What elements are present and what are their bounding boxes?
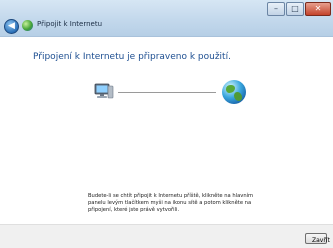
- back-button[interactable]: ◀: [4, 19, 19, 34]
- window-controls: – □ ✕: [266, 2, 331, 16]
- title-bar: – □ ✕ ◀ Připojit k Internetu: [0, 0, 333, 37]
- computer-icon: [93, 80, 115, 102]
- network-globe-icon: [22, 20, 33, 31]
- window-close-button[interactable]: ✕: [305, 2, 331, 16]
- info-text: Budete-li se chtít připojit k Internetu …: [88, 193, 254, 213]
- maximize-button[interactable]: □: [286, 2, 304, 16]
- connect-internet-window: – □ ✕ ◀ Připojit k Internetu Připojení k…: [0, 0, 333, 248]
- page-heading: Připojení k Internetu je připraveno k po…: [33, 52, 231, 62]
- window-title: Připojit k Internetu: [37, 20, 103, 28]
- globe-icon: [222, 80, 246, 104]
- close-button[interactable]: Zavřít: [305, 233, 330, 244]
- minimize-button[interactable]: –: [267, 2, 285, 16]
- connection-line: [118, 92, 216, 93]
- footer-bar: [0, 224, 333, 248]
